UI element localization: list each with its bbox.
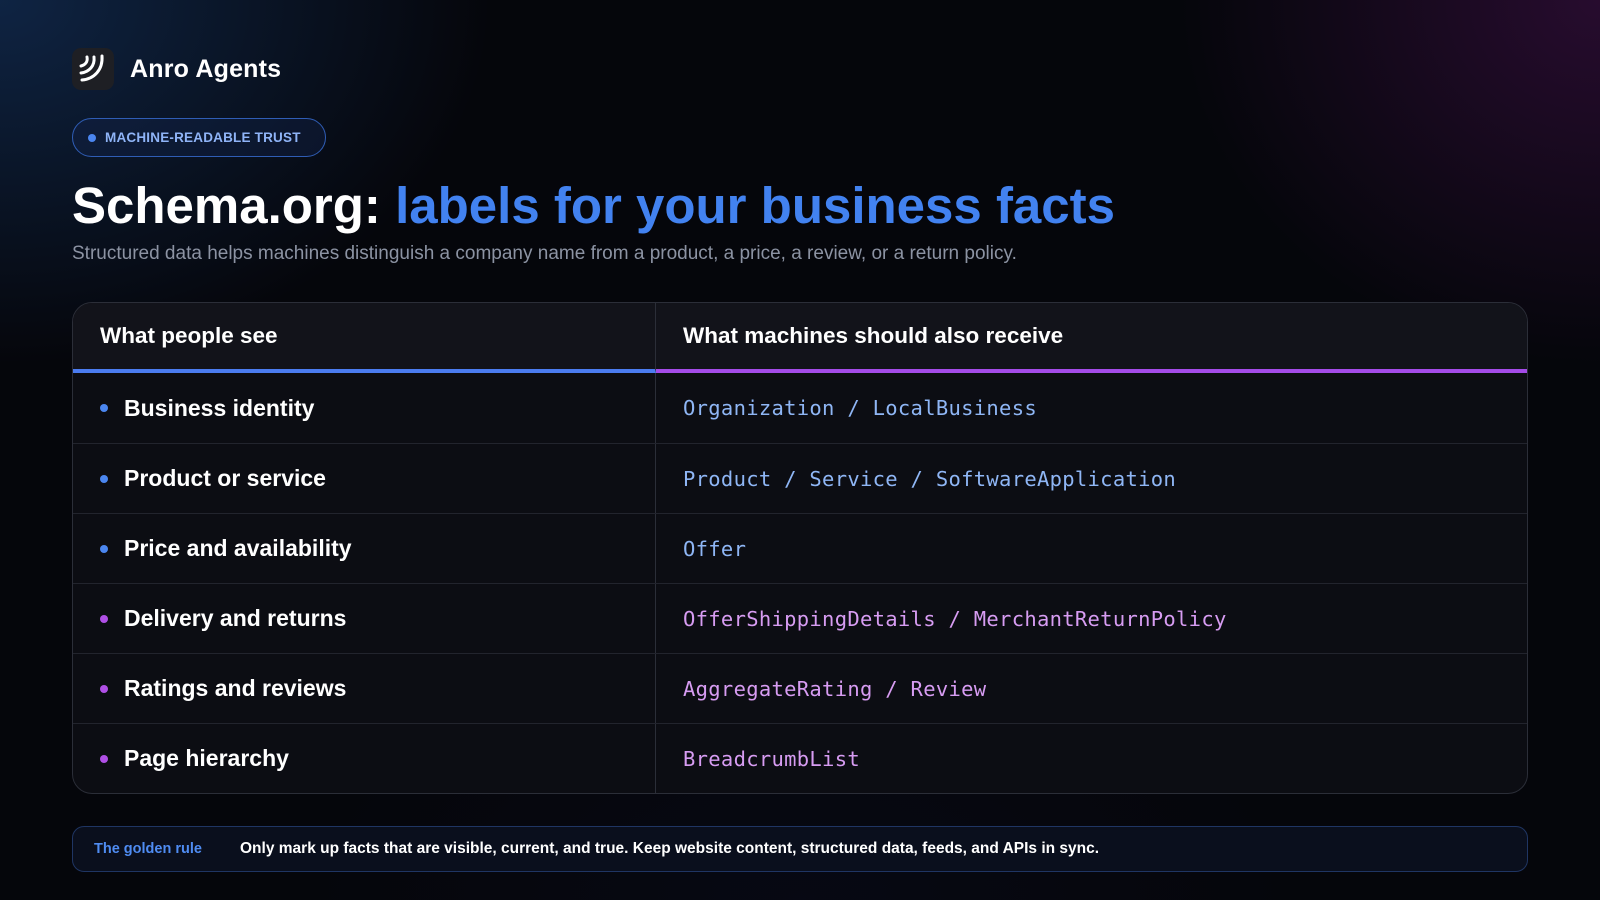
table-row: Delivery and returns OfferShippingDetails… bbox=[73, 583, 1527, 653]
row-schema-cell: Offer bbox=[656, 514, 1527, 583]
schema-type-code: Product / Service / SoftwareApplication bbox=[683, 466, 1177, 491]
badge-label: MACHINE-READABLE TRUST bbox=[105, 130, 301, 145]
bullet-dot-icon bbox=[100, 754, 108, 763]
row-label-cell: Product or service bbox=[73, 444, 656, 513]
bullet-dot-icon bbox=[100, 614, 108, 623]
row-schema-cell: Product / Service / SoftwareApplication bbox=[656, 444, 1527, 513]
bullet-dot-icon bbox=[100, 544, 108, 553]
table-header: What people see What machines should als… bbox=[73, 303, 1527, 373]
golden-rule-callout: The golden rule Only mark up facts that … bbox=[72, 826, 1528, 872]
table-row: Price and availability Offer bbox=[73, 513, 1527, 583]
row-label-cell: Ratings and reviews bbox=[73, 654, 656, 723]
table-row: Business identity Organization / LocalBus… bbox=[73, 373, 1527, 443]
row-schema-cell: BreadcrumbList bbox=[656, 724, 1527, 793]
row-label-cell: Delivery and returns bbox=[73, 584, 656, 653]
row-label-cell: Business identity bbox=[73, 373, 656, 443]
schema-mapping-table: What people see What machines should als… bbox=[72, 302, 1528, 794]
row-label: Product or service bbox=[124, 465, 326, 491]
bullet-dot-icon bbox=[100, 404, 108, 412]
row-label-cell: Page hierarchy bbox=[73, 724, 656, 793]
page-subtitle: Structured data helps machines distingui… bbox=[72, 243, 1017, 264]
swirl-logo-icon bbox=[72, 48, 114, 90]
schema-type-code: Offer bbox=[683, 536, 747, 561]
row-label: Delivery and returns bbox=[124, 605, 347, 631]
row-label-cell: Price and availability bbox=[73, 514, 656, 583]
brand: Anro Agents bbox=[72, 48, 281, 90]
row-label: Business identity bbox=[124, 394, 315, 421]
row-schema-cell: AggregateRating / Review bbox=[656, 654, 1527, 723]
table-body: Business identity Organization / LocalBus… bbox=[73, 373, 1527, 793]
table-row: Page hierarchy BreadcrumbList bbox=[73, 723, 1527, 793]
brand-name: Anro Agents bbox=[130, 54, 282, 83]
schema-type-code: BreadcrumbList bbox=[683, 746, 860, 771]
table-row: Product or service Product / Service / So… bbox=[73, 443, 1527, 513]
schema-type-code: Organization / LocalBusiness bbox=[683, 396, 1037, 420]
title-prefix: Schema.org: bbox=[72, 177, 396, 234]
table-row: Ratings and reviews AggregateRating / Rev… bbox=[73, 653, 1527, 723]
schema-type-code: AggregateRating / Review bbox=[683, 676, 987, 701]
bullet-dot-icon bbox=[100, 474, 108, 483]
row-label: Ratings and reviews bbox=[124, 675, 347, 701]
page-title: Schema.org: labels for your business fac… bbox=[72, 176, 1115, 235]
badge-dot-icon bbox=[88, 133, 96, 142]
column-header-people: What people see bbox=[73, 303, 656, 373]
bullet-dot-icon bbox=[100, 684, 108, 693]
row-schema-cell: Organization / LocalBusiness bbox=[656, 373, 1527, 443]
title-highlight: labels for your business facts bbox=[395, 177, 1115, 234]
golden-rule-label: The golden rule bbox=[94, 841, 202, 857]
row-label: Price and availability bbox=[124, 535, 352, 561]
category-badge: MACHINE-READABLE TRUST bbox=[72, 118, 326, 157]
row-schema-cell: OfferShippingDetails / MerchantReturnPol… bbox=[656, 584, 1527, 653]
column-header-machines: What machines should also receive bbox=[656, 303, 1527, 373]
row-label: Page hierarchy bbox=[124, 745, 289, 771]
golden-rule-text: Only mark up facts that are visible, cur… bbox=[240, 840, 1100, 857]
schema-type-code: OfferShippingDetails / MerchantReturnPol… bbox=[683, 606, 1227, 631]
